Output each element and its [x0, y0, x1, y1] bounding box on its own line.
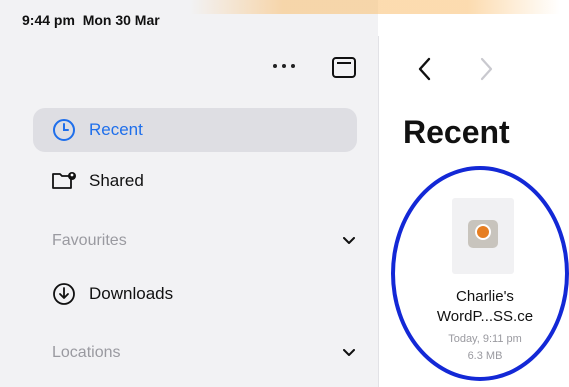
section-locations[interactable]: Locations [52, 340, 356, 366]
status-time: 9:44 pm Mon 30 Mar [22, 12, 160, 28]
sidebar-toggle-button[interactable] [329, 53, 359, 81]
shared-folder-icon [51, 168, 77, 194]
file-thumbnail [452, 198, 514, 274]
chevron-down-icon[interactable] [342, 346, 356, 360]
file-item[interactable]: Charlie's WordP...SS.ce Today, 9:11 pm 6… [410, 190, 560, 370]
back-chevron-icon [418, 57, 431, 81]
chevron-down-icon[interactable] [342, 234, 356, 248]
section-favourites[interactable]: Favourites [52, 228, 356, 254]
forward-chevron-icon [480, 57, 493, 81]
file-name: Charlie's [456, 288, 514, 305]
file-name-continued: WordP...SS.ce [436, 308, 534, 325]
sidebar-divider [378, 36, 379, 387]
sidebar-item-label: Recent [89, 120, 143, 139]
sidebar-item-downloads[interactable]: Downloads [33, 272, 357, 316]
sidebar-item-label: Downloads [89, 284, 174, 303]
document-icon [468, 220, 498, 248]
more-button[interactable] [266, 52, 302, 80]
section-title: Favourites [52, 232, 127, 249]
back-button[interactable] [414, 55, 436, 83]
sidebar-item-recent[interactable]: Recent [33, 108, 357, 152]
forward-button[interactable] [475, 55, 497, 83]
background-glow [190, 0, 560, 14]
file-date: Today, 9:11 pm [448, 333, 522, 345]
files-app: 9:44 pm Mon 30 Mar Recent Shared Favouri… [0, 0, 569, 387]
section-title: Locations [52, 344, 121, 361]
sidebar-item-shared[interactable]: Shared [33, 159, 357, 203]
download-icon [51, 281, 77, 307]
ellipsis-icon [273, 64, 277, 68]
page-title: Recent [403, 114, 510, 150]
file-size: 6.3 MB [467, 350, 503, 362]
app-badge-icon [475, 224, 491, 240]
sidebar-toggle-icon [332, 56, 356, 78]
sidebar-item-label: Shared [89, 171, 144, 190]
clock-icon [51, 117, 77, 143]
